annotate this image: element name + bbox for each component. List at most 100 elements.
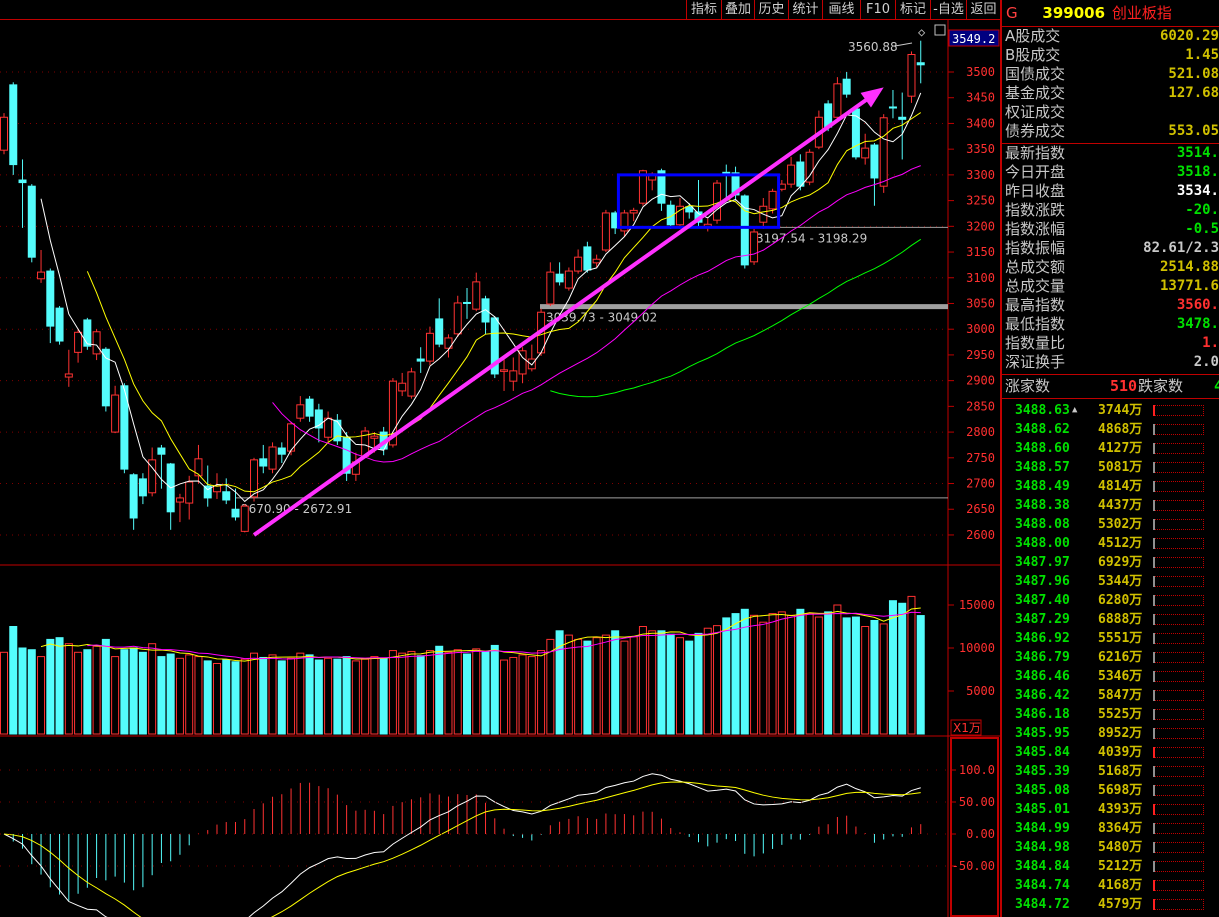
stat-label: 今日开盘 xyxy=(1005,163,1066,181)
volume-bar xyxy=(240,658,249,735)
price-tick-label: 3400 xyxy=(966,116,995,130)
tick-marker xyxy=(1153,766,1155,777)
tick-row: 3488.60 4127万 xyxy=(1002,439,1219,458)
volume-bar xyxy=(907,595,916,735)
tick-volume: 4127万 xyxy=(1098,441,1143,456)
stat-label: 基金成交 xyxy=(1005,84,1066,102)
tick-marker xyxy=(1153,405,1155,416)
tick-bar xyxy=(1154,842,1204,853)
stat-row: A股成交 6020.29 xyxy=(1002,27,1219,46)
volume-bar xyxy=(648,630,657,735)
volume-bar xyxy=(416,655,425,735)
tick-price: 3485.08 xyxy=(1015,783,1070,798)
volume-bar xyxy=(685,640,694,735)
candle-up xyxy=(175,497,184,503)
tick-bar xyxy=(1154,405,1204,416)
security-header: G 399006 创业板指 xyxy=(1002,0,1219,27)
volume-bar xyxy=(916,615,925,735)
tick-marker xyxy=(1153,424,1155,435)
volume-bar xyxy=(870,619,879,735)
candle-up xyxy=(601,212,610,251)
volume-bar xyxy=(611,630,620,735)
price-tick-label: 3500 xyxy=(966,65,995,79)
volume-bar xyxy=(64,643,73,735)
candlestick-chart: 3500 3450 3400 3350 3300 3250 3200 3150 3100 3050… xyxy=(0,20,1000,917)
volume-bar xyxy=(842,617,851,735)
tick-row: 3484.98 5480万 xyxy=(1002,838,1219,857)
tick-volume: 6280万 xyxy=(1098,593,1143,608)
tick-volume: 4868万 xyxy=(1098,422,1143,437)
volume-bar xyxy=(824,611,833,735)
down-count-label: 跌家数 xyxy=(1138,377,1184,395)
quote-panel: G 399006 创业板指 A股成交 6020.29 B股成交 1.45 国债成交 521… xyxy=(1000,0,1219,917)
stat-value: 3478. xyxy=(1176,316,1219,332)
stat-value: 3534. xyxy=(1176,183,1219,199)
stat-value: 127.68 xyxy=(1168,85,1219,101)
candle-down xyxy=(463,301,471,304)
candle-down xyxy=(916,62,925,66)
diamond-icon: ◇ xyxy=(918,25,926,39)
volume-bar xyxy=(361,658,370,735)
volume-bar xyxy=(574,638,583,735)
tick-price: 3488.49 xyxy=(1015,479,1070,494)
arrow-head-icon xyxy=(860,87,884,108)
tick-volume: 5698万 xyxy=(1098,783,1143,798)
tick-volume: 5525万 xyxy=(1098,707,1143,722)
stat-label: 昨日收盘 xyxy=(1005,182,1066,200)
tick-marker xyxy=(1153,880,1155,891)
volume-bar xyxy=(472,648,481,735)
candle-up xyxy=(564,270,573,289)
stat-row: 指数涨跌 -20. xyxy=(1002,201,1219,220)
tick-price: 3484.72 xyxy=(1015,897,1070,912)
volume-bar xyxy=(564,634,573,735)
tick-bar xyxy=(1154,595,1204,606)
tick-price: 3486.18 xyxy=(1015,707,1070,722)
tick-bar xyxy=(1154,766,1204,777)
tick-price: 3486.79 xyxy=(1015,650,1070,665)
tick-price: 3488.60 xyxy=(1015,441,1070,456)
tick-bar xyxy=(1154,576,1204,587)
volume-bar xyxy=(46,638,55,735)
tick-row: 3484.74 4168万 xyxy=(1002,876,1219,895)
stat-row: 总成交量 13771.6 xyxy=(1002,277,1219,296)
stat-label: 深证换手 xyxy=(1005,353,1066,371)
candle-up xyxy=(268,446,277,470)
tick-row: 3486.92 5551万 xyxy=(1002,629,1219,648)
volume-bar xyxy=(259,656,268,735)
stat-label: 权证成交 xyxy=(1005,103,1066,121)
index-stats-group: 最新指数 3514. 今日开盘 3518. 昨日收盘 3534. 指数涨跌 -20. 指数涨幅 -… xyxy=(1002,144,1219,375)
candle-down xyxy=(129,474,138,519)
stat-row: 国债成交 521.08 xyxy=(1002,65,1219,84)
volume-bar xyxy=(268,654,277,735)
tick-list[interactable]: 3488.63 ▲ 3744万 3488.62 4868万 3488.60 4127万 348… xyxy=(1002,399,1219,914)
volume-bar xyxy=(203,660,212,735)
candle-down xyxy=(555,273,564,283)
candle-up xyxy=(324,417,333,438)
volume-bar xyxy=(833,604,842,735)
tick-row: 3488.49 4814万 xyxy=(1002,477,1219,496)
tick-bar xyxy=(1154,804,1204,815)
candle-up xyxy=(92,331,101,355)
volume-bar xyxy=(55,637,64,735)
volume-bar xyxy=(333,658,342,735)
volume-bar xyxy=(398,652,407,735)
candle-down xyxy=(138,478,147,497)
candle-down xyxy=(722,171,731,174)
stat-label: 指数涨跌 xyxy=(1005,201,1066,219)
tick-row: 3484.99 8364万 xyxy=(1002,819,1219,838)
stat-value: 1. xyxy=(1202,335,1219,351)
tick-bar xyxy=(1154,500,1204,511)
tick-marker xyxy=(1153,823,1155,834)
tick-price: 3486.46 xyxy=(1015,669,1070,684)
volume-bar xyxy=(83,649,92,735)
tick-price: 3487.97 xyxy=(1015,555,1070,570)
tick-volume: 4393万 xyxy=(1098,802,1143,817)
tick-volume: 4437万 xyxy=(1098,498,1143,513)
volume-bar xyxy=(777,611,786,735)
stat-row: 指数量比 1. xyxy=(1002,334,1219,353)
volume-bar xyxy=(444,651,453,735)
volume-bar xyxy=(148,643,157,735)
tick-volume: 6888万 xyxy=(1098,612,1143,627)
candle-up xyxy=(212,485,221,493)
volume-bar xyxy=(518,654,527,735)
